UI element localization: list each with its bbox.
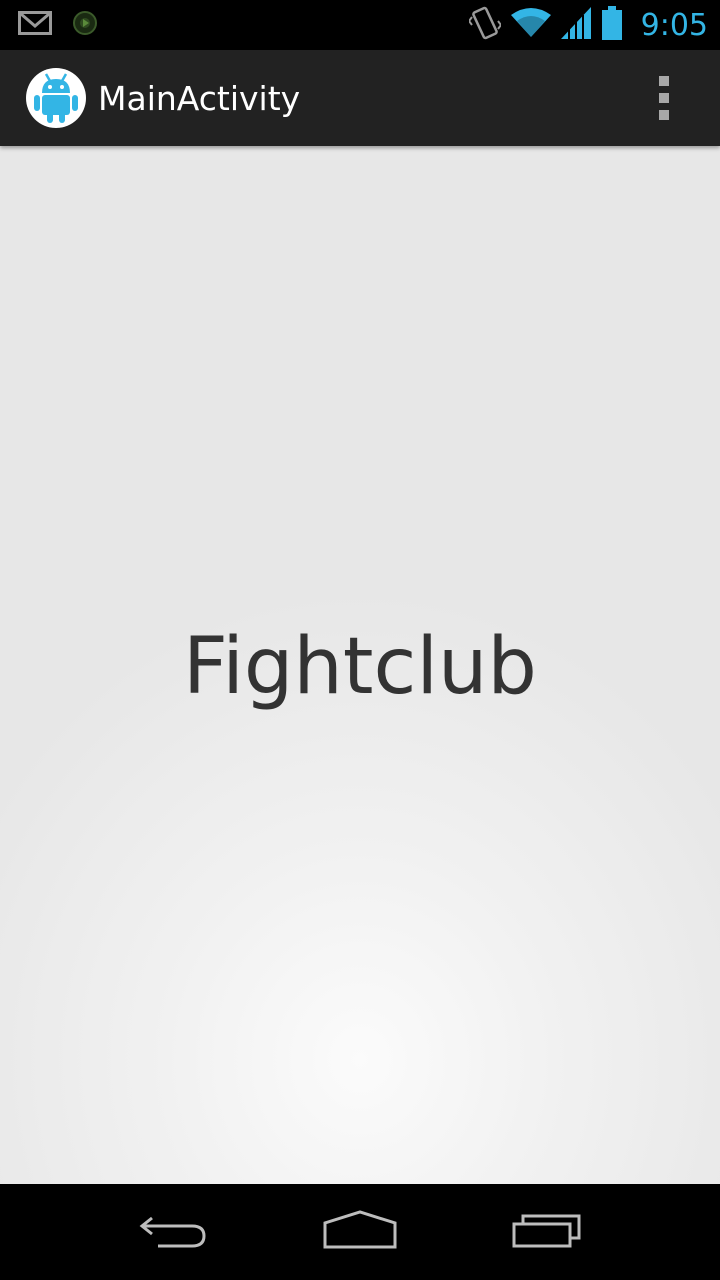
home-icon <box>322 1209 398 1255</box>
status-clock: 9:05 <box>640 7 708 43</box>
android-robot-icon[interactable] <box>26 68 86 128</box>
action-bar: MainActivity <box>0 50 720 146</box>
status-bar: 9:05 <box>0 0 720 50</box>
back-button[interactable] <box>123 1202 223 1262</box>
action-bar-title: MainActivity <box>98 78 301 118</box>
overflow-dot <box>659 93 669 103</box>
media-player-icon <box>72 10 98 40</box>
system-status-area: 9:05 <box>467 5 720 45</box>
recent-apps-icon <box>511 1210 583 1254</box>
overflow-dot <box>659 110 669 120</box>
navigation-bar <box>0 1184 720 1280</box>
overflow-dot <box>659 76 669 86</box>
wifi-icon <box>510 7 551 43</box>
main-text-label: Fightclub <box>183 622 537 712</box>
overflow-menu-icon[interactable] <box>652 68 676 128</box>
recent-apps-button[interactable] <box>497 1202 597 1262</box>
signal-icon <box>560 7 591 43</box>
notification-area <box>0 10 98 40</box>
back-icon <box>138 1210 208 1254</box>
battery-icon <box>601 6 623 44</box>
gmail-icon <box>18 11 52 39</box>
main-content: Fightclub <box>0 146 720 1184</box>
home-button[interactable] <box>310 1202 410 1262</box>
vibrate-icon <box>467 5 502 45</box>
